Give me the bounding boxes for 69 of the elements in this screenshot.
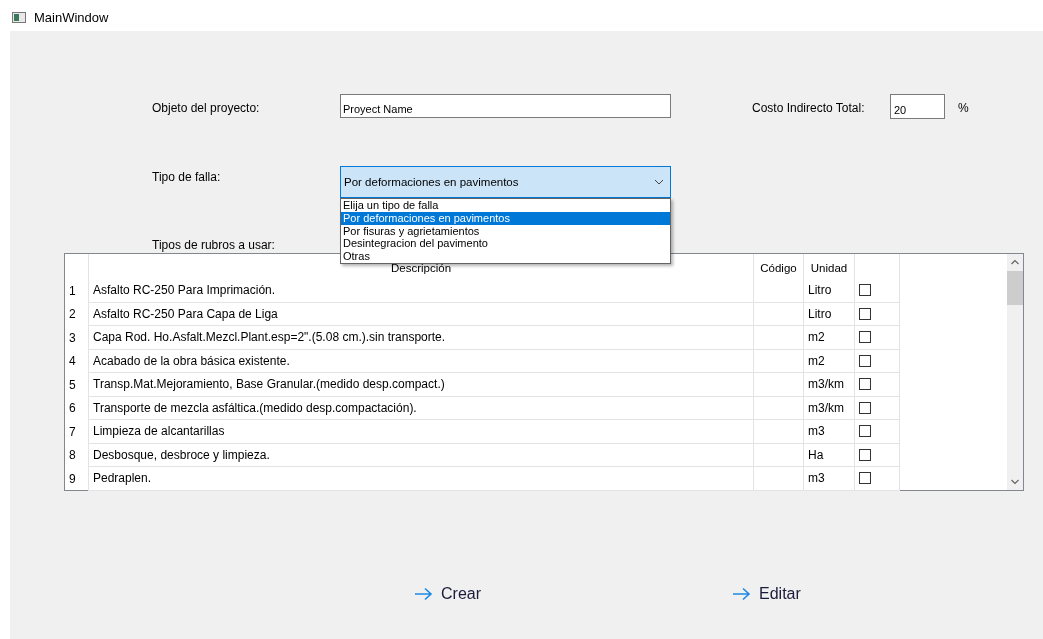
checkbox[interactable] bbox=[859, 354, 871, 367]
field-label: Tipo de falla: bbox=[152, 169, 222, 184]
dropdown-option[interactable]: Por deformaciones en pavimentos bbox=[341, 211, 670, 225]
table-cell bbox=[754, 279, 804, 303]
row-number: 1 bbox=[65, 279, 89, 303]
row-number: 4 bbox=[65, 349, 89, 373]
table-cell: Asfalto RC-250 Para Imprimación. bbox=[89, 279, 754, 303]
row-number: 3 bbox=[65, 326, 89, 350]
table-cell: Asfalto RC-250 Para Capa de Liga bbox=[89, 302, 754, 326]
table-cell: m3/km bbox=[804, 396, 855, 420]
checkbox[interactable] bbox=[859, 472, 871, 485]
checkbox[interactable] bbox=[859, 331, 871, 344]
window-title: MainWindow bbox=[34, 10, 109, 25]
project-name-field[interactable]: Proyect Name bbox=[340, 94, 671, 118]
row-number: 7 bbox=[65, 420, 89, 444]
action-button[interactable]: Editar bbox=[732, 583, 801, 605]
column-header: Unidad bbox=[804, 254, 855, 279]
dropdown-option[interactable]: Desintegracion del pavimento bbox=[341, 237, 670, 251]
field-label: Costo Indirecto Total: bbox=[752, 100, 866, 115]
field-label: Objeto del proyecto: bbox=[152, 100, 261, 115]
indirect-cost-field[interactable]: 20 bbox=[890, 94, 945, 119]
arrow-right-icon bbox=[732, 587, 751, 601]
arrow-right-icon bbox=[414, 587, 433, 601]
table-cell bbox=[754, 467, 804, 491]
row-number: 2 bbox=[65, 302, 89, 326]
table-cell bbox=[754, 396, 804, 420]
table-cell: m2 bbox=[804, 326, 855, 350]
table-cell: Limpieza de alcantarillas bbox=[89, 420, 754, 444]
checkbox[interactable] bbox=[859, 284, 871, 297]
scrollbar-thumb[interactable] bbox=[1007, 271, 1023, 305]
column-header: Código bbox=[754, 254, 804, 279]
table-cell: m3/km bbox=[804, 373, 855, 397]
table-cell bbox=[754, 420, 804, 444]
table-cell: m3 bbox=[804, 467, 855, 491]
table-cell: Desbosque, desbroce y limpieza. bbox=[89, 443, 754, 467]
table-cell: Pedraplen. bbox=[89, 467, 754, 491]
table-cell bbox=[754, 302, 804, 326]
table-cell: Transporte de mezcla asfáltica.(medido desp.compactación). bbox=[89, 396, 754, 420]
row-number: 9 bbox=[65, 467, 89, 491]
table-cell bbox=[754, 349, 804, 373]
checkbox[interactable] bbox=[859, 425, 871, 438]
table-cell: Transp.Mat.Mejoramiento, Base Granular.(medido desp.compact.) bbox=[89, 373, 754, 397]
action-button[interactable]: Crear bbox=[414, 583, 481, 605]
dropdown-option[interactable]: Por fisuras y agrietamientos bbox=[341, 224, 670, 238]
scrollbar[interactable] bbox=[1007, 254, 1023, 490]
table-cell: Litro bbox=[804, 279, 855, 303]
checkbox[interactable] bbox=[859, 378, 871, 391]
window-icon bbox=[12, 12, 26, 23]
table-cell: m2 bbox=[804, 349, 855, 373]
table-cell: m3 bbox=[804, 420, 855, 444]
failure-type-dropdown[interactable]: Por deformaciones en pavimentos bbox=[340, 166, 671, 198]
dropdown-option[interactable]: Elija un tipo de falla bbox=[341, 199, 670, 212]
checkbox[interactable] bbox=[859, 307, 871, 320]
row-number: 8 bbox=[65, 443, 89, 467]
section-label: Tipos de rubros a usar: bbox=[152, 238, 275, 252]
table-cell: Ha bbox=[804, 443, 855, 467]
table-cell bbox=[754, 326, 804, 350]
table-cell bbox=[754, 443, 804, 467]
row-number: 5 bbox=[65, 373, 89, 397]
checkbox[interactable] bbox=[859, 401, 871, 414]
table-cell: Acabado de la obra básica existente. bbox=[89, 349, 754, 373]
unit-label: % bbox=[958, 100, 969, 115]
table-cell: Capa Rod. Ho.Asfalt.Mezcl.Plant.esp=2".(5.08 cm.).sin transporte. bbox=[89, 326, 754, 350]
checkbox[interactable] bbox=[859, 448, 871, 461]
chevron-down-icon bbox=[654, 179, 664, 185]
dropdown-option[interactable]: Otras bbox=[341, 250, 670, 263]
row-number: 6 bbox=[65, 396, 89, 420]
table-cell bbox=[754, 373, 804, 397]
table-cell: Litro bbox=[804, 302, 855, 326]
